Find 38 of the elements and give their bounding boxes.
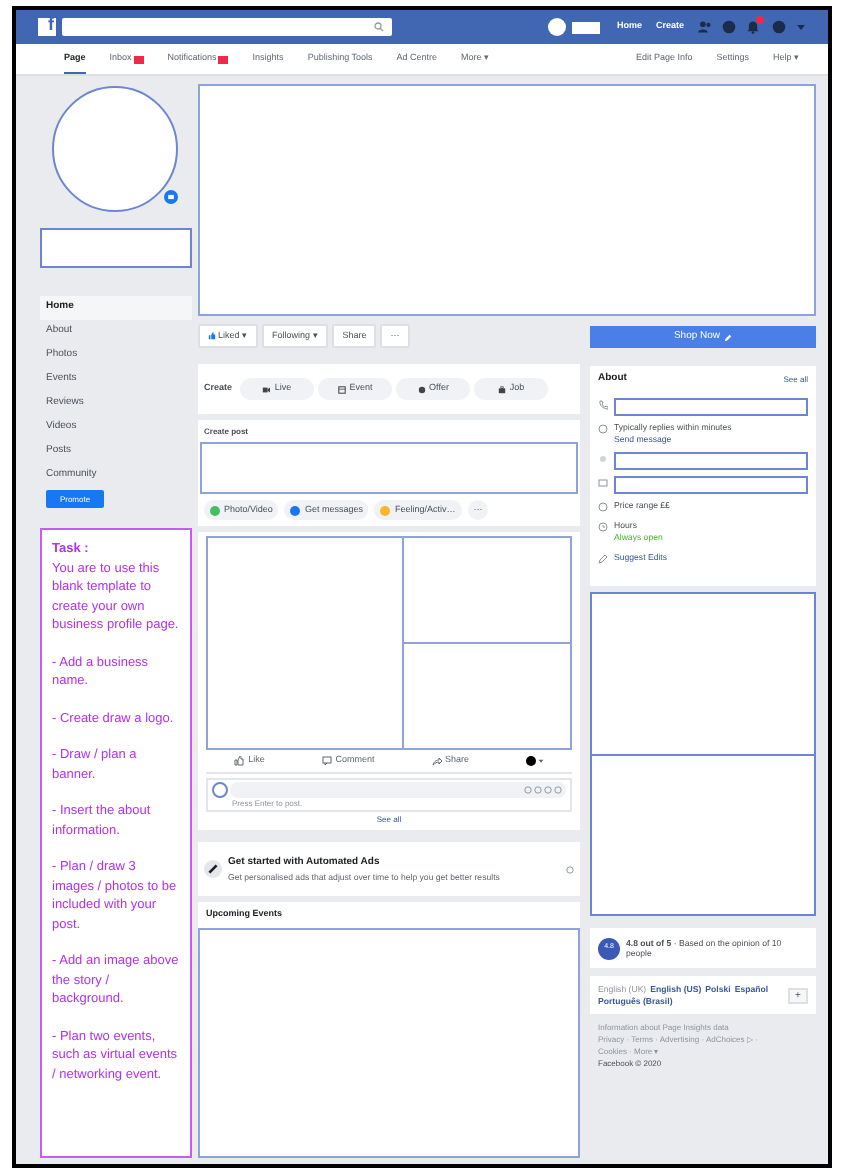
- search-field[interactable]: [62, 18, 392, 36]
- smiley-icon: [380, 505, 391, 515]
- thumbs-up-icon: [208, 332, 216, 340]
- briefcase-icon: [497, 385, 506, 393]
- caret-icon[interactable]: [796, 22, 806, 32]
- chat-icon: [290, 505, 301, 515]
- people-icon[interactable]: [698, 20, 712, 34]
- commenter-avatar: [212, 782, 228, 798]
- cover-photo-box[interactable]: [198, 84, 816, 316]
- comment-icon: [321, 756, 332, 766]
- bell-icon[interactable]: [746, 20, 760, 34]
- share-icon: [431, 756, 442, 766]
- browser-icon: [598, 478, 608, 489]
- audience-avatar[interactable]: [525, 756, 536, 766]
- post-image-box[interactable]: [206, 536, 404, 750]
- video-icon: [262, 385, 271, 393]
- about-input-field[interactable]: [614, 397, 808, 415]
- photo-box[interactable]: [590, 753, 816, 916]
- count-badge: [133, 55, 144, 63]
- post-image-box[interactable]: [402, 536, 572, 644]
- calendar-icon: [337, 385, 346, 393]
- phone-icon: [598, 399, 608, 409]
- search-icon: [374, 22, 384, 32]
- pencil-icon: [724, 333, 733, 341]
- about-input-field[interactable]: [614, 476, 808, 495]
- clock-icon: [598, 521, 608, 532]
- photo-box[interactable]: [590, 592, 816, 755]
- about-input-field[interactable]: [614, 452, 808, 471]
- caret-icon: [537, 758, 544, 764]
- photo-icon: [210, 505, 220, 515]
- comment-field[interactable]: [230, 782, 566, 798]
- pencil-icon: [598, 553, 608, 564]
- profile-name-box[interactable]: [572, 21, 601, 33]
- thumbs-up-icon: [234, 756, 245, 766]
- page-name-box[interactable]: [40, 228, 192, 268]
- count-badge: [218, 55, 229, 63]
- post-text-box[interactable]: [200, 442, 578, 494]
- avatar[interactable]: [548, 18, 567, 36]
